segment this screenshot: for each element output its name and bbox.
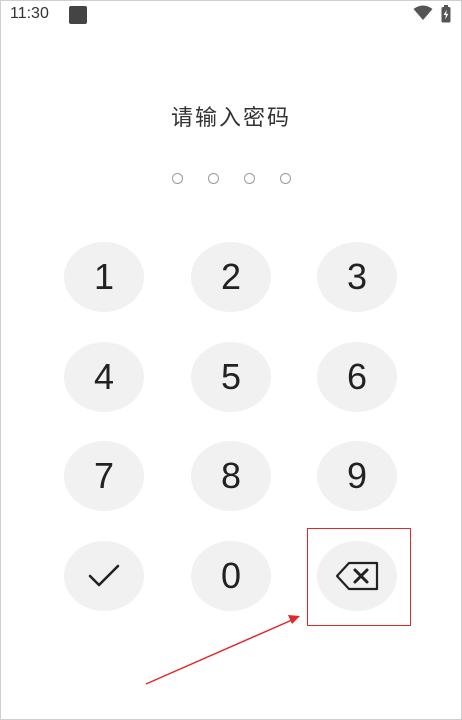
annotation-arrow [145, 615, 300, 685]
